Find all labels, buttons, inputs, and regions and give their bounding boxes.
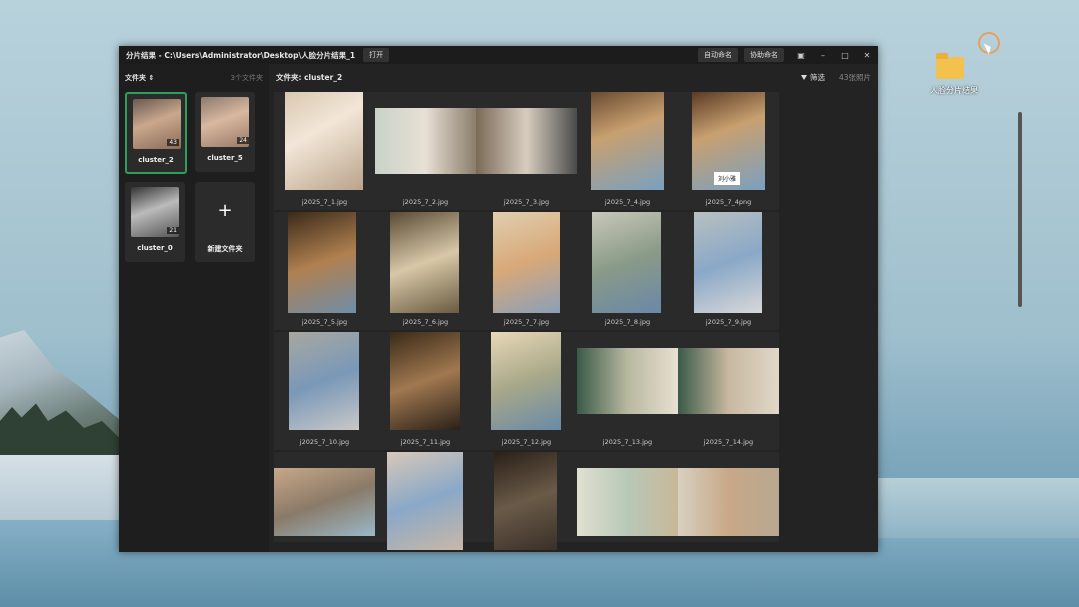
photo-thumbnail — [591, 92, 664, 190]
new-folder-label: 新建文件夹 — [207, 245, 243, 253]
plus-icon: + — [217, 200, 233, 221]
photo-filename: j2025_7_10.jpg — [299, 438, 350, 446]
folder-sidebar: 文件夹 ⇕ 3个文件夹 43 cluster_2 24 cluster_5 21… — [119, 64, 269, 552]
photo-card[interactable]: j2025_7_14.jpg — [678, 332, 779, 450]
photo-card[interactable] — [577, 452, 678, 542]
photo-thumbnail — [390, 212, 459, 313]
photo-thumbnail — [694, 212, 762, 313]
photo-filename: j2025_7_7.jpg — [503, 318, 550, 326]
photo-filename: j2025_7_2.jpg — [402, 198, 449, 206]
photo-filename: j2025_7_5.jpg — [301, 318, 348, 326]
photo-filename: j2025_7_11.jpg — [400, 438, 451, 446]
close-icon[interactable]: ✕ — [856, 51, 878, 60]
desktop-wallpaper-snow — [0, 455, 122, 525]
photo-thumbnail — [678, 468, 779, 536]
photo-filename: j2025_7_9.jpg — [705, 318, 752, 326]
photo-card[interactable]: j2025_7_3.jpg — [476, 92, 577, 210]
folder-icon — [936, 53, 964, 79]
photo-card[interactable] — [476, 452, 577, 550]
photo-filename: j2025_7_1.jpg — [301, 198, 348, 206]
photo-filename: j2025_7_4.jpg — [604, 198, 651, 206]
photo-card[interactable]: j2025_7_6.jpg — [375, 212, 476, 330]
window-title: 分片结果 - C:\Users\Administrator\Desktop\人脸… — [126, 50, 356, 60]
photo-card[interactable]: j2025_7_7.jpg — [476, 212, 577, 330]
photo-card[interactable]: j2025_7_11.jpg — [375, 332, 476, 450]
sidebar-header[interactable]: 文件夹 ⇕ — [125, 73, 154, 83]
photo-thumbnail — [285, 92, 363, 190]
filter-icon — [800, 74, 807, 80]
photo-card[interactable]: j2025_7_12.jpg — [476, 332, 577, 450]
auto-name-button[interactable]: 自动命名 — [698, 48, 738, 62]
assist-name-button[interactable]: 协助命名 — [744, 48, 784, 62]
photo-thumbnail — [274, 468, 375, 536]
photo-card[interactable]: j2025_7_8.jpg — [577, 212, 678, 330]
photo-card[interactable]: j2025_7_13.jpg — [577, 332, 678, 450]
photo-card[interactable]: 刘小雅 j2025_7_4png — [678, 92, 779, 210]
photo-count: 43张照片 — [838, 72, 871, 82]
current-folder-title: 文件夹: cluster_2 — [276, 72, 343, 82]
folder-badge-count: 43 — [167, 139, 179, 146]
photo-thumbnail — [390, 332, 460, 430]
folder-badge-count: 21 — [167, 227, 179, 234]
photo-card[interactable]: j2025_7_2.jpg — [375, 92, 476, 210]
photo-thumbnail — [577, 348, 678, 414]
panel-toggle-icon[interactable]: ▣ — [790, 51, 812, 60]
photo-card[interactable] — [375, 452, 476, 550]
photo-thumbnail — [387, 452, 463, 550]
photo-card[interactable] — [274, 452, 375, 542]
photo-thumbnail — [476, 108, 577, 174]
folder-name: cluster_2 — [138, 156, 174, 164]
scrollbar[interactable] — [1018, 112, 1022, 307]
folder-count: 3个文件夹 — [230, 74, 263, 82]
photo-thumbnail — [592, 212, 661, 313]
photo-thumbnail — [491, 332, 561, 430]
photo-card[interactable]: j2025_7_10.jpg — [274, 332, 375, 450]
desktop-folder-label: 人脸分片结果 — [930, 86, 978, 95]
filter-button[interactable]: 筛选 — [800, 72, 825, 83]
photo-filename: j2025_7_8.jpg — [604, 318, 651, 326]
photo-panel: 文件夹: cluster_2 筛选 43张照片 j2025_7_1.jpg j20… — [269, 64, 1022, 552]
photo-thumbnail — [577, 468, 678, 536]
folder-name: cluster_0 — [137, 244, 173, 252]
title-bar: 分片结果 - C:\Users\Administrator\Desktop\人脸… — [119, 46, 878, 64]
maximize-icon[interactable]: □ — [834, 51, 856, 60]
photo-filename: j2025_7_6.jpg — [402, 318, 449, 326]
photo-thumbnail — [288, 212, 356, 313]
folder-card-cluster-0[interactable]: 21 cluster_0 — [125, 182, 185, 262]
photo-card[interactable] — [678, 452, 779, 542]
desktop-folder-shortcut[interactable]: 人脸分片结果 — [930, 53, 978, 96]
photo-thumbnail — [289, 332, 359, 430]
sort-icon[interactable]: ⇕ — [148, 74, 154, 82]
photo-card[interactable]: j2025_7_9.jpg — [678, 212, 779, 330]
folder-badge-count: 24 — [237, 137, 249, 144]
photo-filename: j2025_7_14.jpg — [703, 438, 754, 446]
photo-card[interactable]: j2025_7_1.jpg — [274, 92, 375, 210]
app-window: 分片结果 - C:\Users\Administrator\Desktop\人脸… — [119, 46, 1022, 552]
photo-thumbnail — [375, 108, 476, 174]
new-folder-button[interactable]: + 新建文件夹 — [195, 182, 255, 262]
folder-card-cluster-2[interactable]: 43 cluster_2 — [125, 92, 187, 174]
photo-filename: j2025_7_3.jpg — [503, 198, 550, 206]
photo-thumbnail — [493, 212, 560, 313]
photo-card[interactable]: j2025_7_4.jpg — [577, 92, 678, 210]
photo-filename: j2025_7_13.jpg — [602, 438, 653, 446]
open-button[interactable]: 打开 — [363, 48, 390, 62]
person-name-tag[interactable]: 刘小雅 — [714, 172, 741, 185]
photo-thumbnail — [494, 452, 557, 550]
folder-card-cluster-5[interactable]: 24 cluster_5 — [195, 92, 255, 172]
photo-filename: j2025_7_4png — [705, 198, 752, 206]
photo-card[interactable]: j2025_7_5.jpg — [274, 212, 375, 330]
folder-name: cluster_5 — [207, 154, 243, 162]
minimize-icon[interactable]: – — [812, 51, 834, 60]
desktop-wallpaper-shore — [878, 478, 1079, 538]
photo-filename: j2025_7_12.jpg — [501, 438, 552, 446]
photo-thumbnail — [678, 348, 779, 414]
